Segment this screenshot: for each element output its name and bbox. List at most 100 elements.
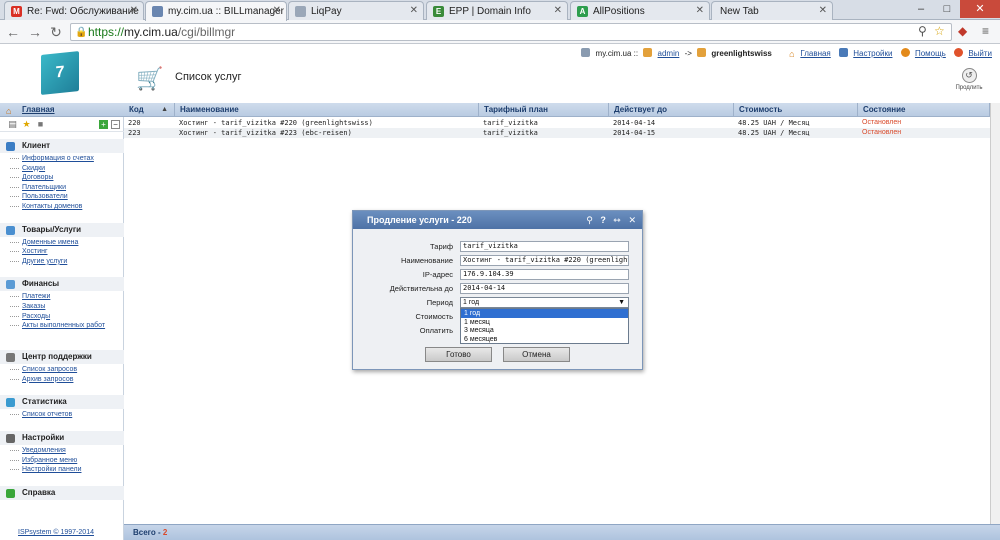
tab-close-icon[interactable]: ✕	[696, 5, 704, 16]
sidebar-group-title[interactable]: Товары/Услуги	[0, 222, 124, 237]
home-link[interactable]: Главная	[800, 49, 830, 58]
extension-icon[interactable]: ◆	[958, 23, 967, 39]
tab-label: New Tab	[720, 6, 759, 17]
dialog-header[interactable]: Продление услуги - 220 ⚲ ? ⇿ ✕	[353, 211, 642, 229]
admin-link[interactable]: admin	[658, 49, 680, 58]
top-links: my.cim.ua :: admin -> greenlightswiss ⌂ …	[578, 48, 992, 62]
cim-logo: 7	[41, 51, 79, 95]
sidebar-item[interactable]: Плательщики	[10, 184, 122, 192]
sidebar-item[interactable]: Настройки панели	[10, 466, 122, 474]
table-cell: Остановлен	[862, 129, 902, 136]
copyright-link[interactable]: ISPsystem © 1997-2014	[18, 529, 94, 536]
close-icon[interactable]: ✕	[628, 215, 636, 225]
table-row[interactable]: 223 Хостинг - tarif_vizitka #223 (ebc-rei…	[124, 128, 990, 138]
done-button[interactable]: Готово	[425, 347, 492, 362]
sidebar-item[interactable]: Скидки	[10, 165, 122, 173]
tab-close-icon[interactable]: ✕	[273, 5, 281, 16]
name-field[interactable]: Хостинг - tarif_vizitka #220 (greenlight…	[460, 255, 629, 266]
browser-tab[interactable]: New Tab ✕	[711, 1, 833, 20]
col-valid[interactable]: Действует до	[609, 103, 734, 117]
menu-icon[interactable]: ≡	[982, 23, 989, 39]
resize-icon[interactable]: ⇿	[613, 215, 621, 225]
page-icon	[295, 6, 306, 17]
col-status[interactable]: Состояние	[858, 103, 990, 117]
table-header: Код ▲ Наименование Тарифный план Действуе…	[124, 103, 990, 117]
tariff-field[interactable]: tarif_vizitka	[460, 241, 629, 252]
sidebar-item[interactable]: Другие услуги	[10, 258, 122, 266]
col-plan[interactable]: Тарифный план	[479, 103, 609, 117]
help-link[interactable]: Помощь	[915, 49, 946, 58]
browser-tab[interactable]: A AllPositions ✕	[570, 1, 710, 20]
maximize-icon[interactable]: □	[934, 0, 960, 18]
settings-icon	[839, 48, 848, 57]
forward-icon[interactable]: →	[26, 23, 44, 41]
valid-field[interactable]: 2014-04-14	[460, 283, 629, 294]
sidebar-item[interactable]: Список запросов	[10, 366, 122, 374]
sidebar-group-title[interactable]: Справка	[0, 485, 124, 500]
sidebar-group-label: Товары/Услуги	[22, 224, 82, 234]
sidebar-group-title[interactable]: Клиент	[0, 139, 124, 153]
address-bar[interactable]: 🔒 https://my.cim.ua/cgi/billmgr	[70, 23, 952, 41]
sidebar-item[interactable]: Доменные имена	[10, 239, 122, 247]
sidebar-item[interactable]: Уведомления	[10, 447, 122, 455]
help-icon[interactable]: ?	[600, 215, 606, 225]
browser-tab[interactable]: my.cim.ua :: BILLmanager ✕	[145, 1, 287, 21]
sidebar-item[interactable]: Информация о счетах	[10, 155, 122, 163]
sidebar-item[interactable]: Заказы	[10, 303, 122, 311]
sidebar-item[interactable]: Список отчетов	[10, 411, 122, 419]
browser-tab[interactable]: M Re: Fwd: Обслуживание ✕	[4, 1, 144, 20]
tab-close-icon[interactable]: ✕	[554, 5, 562, 16]
sidebar-item[interactable]: Акты выполненных работ	[10, 322, 122, 330]
browser-tab[interactable]: LiqPay ✕	[288, 1, 424, 20]
settings-link[interactable]: Настройки	[853, 49, 892, 58]
total-label: Всего -	[133, 528, 161, 537]
tab-close-icon[interactable]: ✕	[130, 5, 138, 16]
period-option[interactable]: 6 месяцев	[461, 335, 628, 344]
pin-icon[interactable]: ⚲	[586, 215, 593, 225]
sidebar-item[interactable]: Контакты доменов	[10, 203, 122, 211]
sidebar-item[interactable]: Договоры	[10, 174, 122, 182]
favorites-star-icon[interactable]: ★	[22, 120, 31, 129]
tab-close-icon[interactable]: ✕	[410, 5, 418, 16]
list-icon[interactable]: ▤	[8, 120, 17, 129]
table-scrollbar[interactable]	[990, 103, 1000, 540]
cancel-button[interactable]: Отмена	[503, 347, 570, 362]
lock-icon[interactable]: ■	[36, 120, 45, 129]
sidebar-group-title[interactable]: Настройки	[0, 431, 124, 445]
bookmark-star-icon[interactable]: ☆	[934, 23, 945, 39]
expand-all-icon[interactable]: +	[99, 120, 108, 129]
sidebar-item[interactable]: Платежи	[10, 293, 122, 301]
renew-dialog: Продление услуги - 220 ⚲ ? ⇿ ✕ Тариф tar…	[352, 210, 643, 370]
client-icon	[697, 48, 707, 57]
group-icon	[6, 142, 15, 151]
browser-tab[interactable]: E EPP | Domain Info ✕	[426, 1, 568, 20]
col-cost[interactable]: Стоимость	[734, 103, 858, 117]
period-dropdown: 1 год 1 месяц 3 месяца 6 месяцев	[460, 308, 629, 344]
zoom-icon[interactable]: ⚲	[918, 23, 927, 39]
reload-icon[interactable]: ↻	[47, 23, 65, 41]
sidebar-home[interactable]: ⌂ Главная	[0, 103, 124, 117]
sidebar-item[interactable]: Хостинг	[10, 248, 122, 256]
ip-field[interactable]: 176.9.104.39	[460, 269, 629, 280]
tab-close-icon[interactable]: ✕	[819, 5, 827, 16]
col-code[interactable]: Код ▲	[124, 103, 175, 117]
sidebar-item[interactable]: Избранное меню	[10, 457, 122, 465]
window-close-icon[interactable]: ✕	[960, 0, 1000, 18]
sidebar-group-title[interactable]: Центр поддержки	[0, 350, 124, 365]
logout-link[interactable]: Выйти	[968, 49, 992, 58]
sidebar-group-title[interactable]: Статистика	[0, 395, 124, 410]
minimize-icon[interactable]: –	[908, 0, 934, 18]
table-row[interactable]: 220 Хостинг - tarif_vizitka #220 (greenli…	[124, 118, 990, 128]
collapse-all-icon[interactable]: −	[111, 120, 120, 129]
sidebar-group-title[interactable]: Финансы	[0, 277, 124, 292]
period-select[interactable]: 1 год ▼	[460, 297, 629, 308]
sidebar-item[interactable]: Архив запросов	[10, 376, 122, 384]
sidebar-item[interactable]: Расходы	[10, 313, 122, 321]
renew-button[interactable]: ↺ Продлить	[954, 68, 984, 91]
chevron-down-icon: ▼	[618, 299, 625, 306]
group-icon	[6, 225, 15, 235]
back-icon[interactable]: ←	[4, 23, 22, 41]
tab-label: EPP | Domain Info	[449, 6, 531, 17]
sidebar-item[interactable]: Пользователи	[10, 193, 122, 201]
col-name[interactable]: Наименование	[175, 103, 479, 117]
